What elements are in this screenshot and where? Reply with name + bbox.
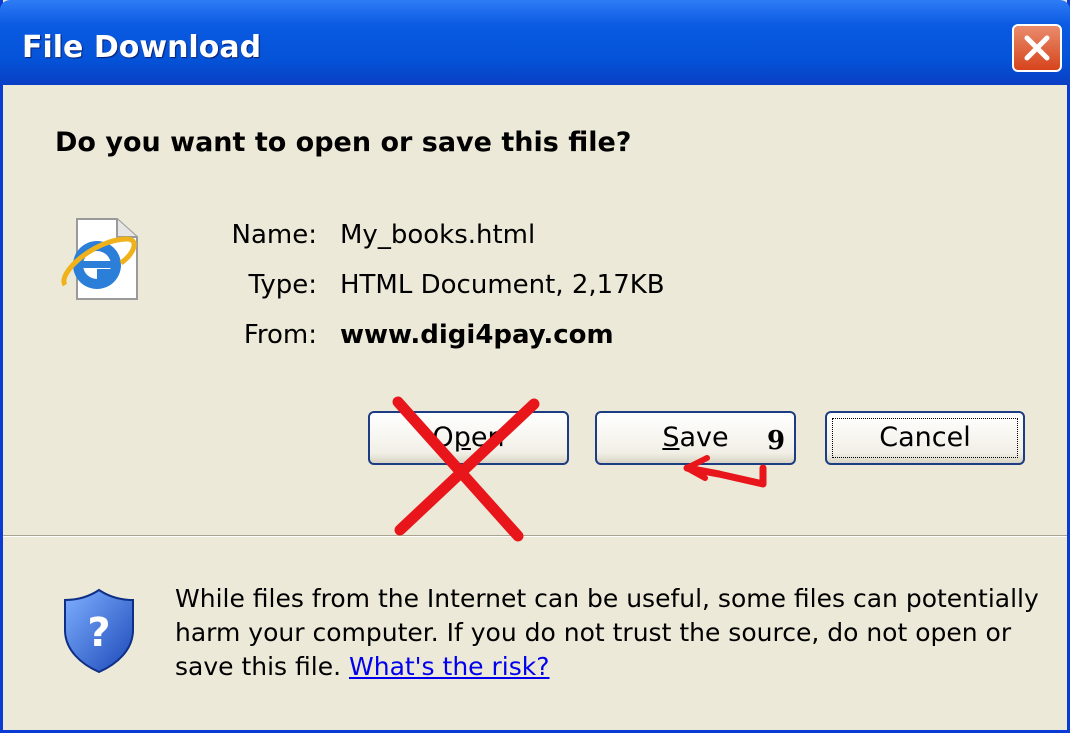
from-label: From:	[243, 320, 317, 350]
red-arrow-annotation	[683, 455, 767, 488]
title-bar[interactable]: File Download	[0, 0, 1070, 85]
name-value: My_books.html	[340, 220, 536, 250]
step-number-annotation: 9	[767, 426, 786, 456]
window-title: File Download	[22, 30, 262, 65]
shield-question-icon: ?	[64, 588, 134, 674]
whats-the-risk-link[interactable]: What's the risk?	[349, 652, 550, 681]
name-label: Name:	[231, 220, 317, 250]
close-button[interactable]	[1012, 24, 1062, 72]
close-icon	[1024, 35, 1050, 61]
type-label: Type:	[248, 270, 317, 300]
dialog-question: Do you want to open or save this file?	[55, 127, 632, 158]
file-download-dialog: File Download Do you want to open or sav…	[0, 0, 1070, 733]
cancel-button[interactable]: Cancel	[825, 411, 1025, 465]
svg-text:?: ?	[87, 610, 110, 656]
warning-text: While files from the Internet can be use…	[175, 584, 1039, 681]
red-cross-annotation	[392, 396, 540, 542]
ie-document-icon	[61, 218, 138, 300]
type-value: HTML Document, 2,17KB	[340, 270, 665, 300]
focus-rectangle	[832, 418, 1018, 458]
from-value: www.digi4pay.com	[340, 320, 614, 350]
